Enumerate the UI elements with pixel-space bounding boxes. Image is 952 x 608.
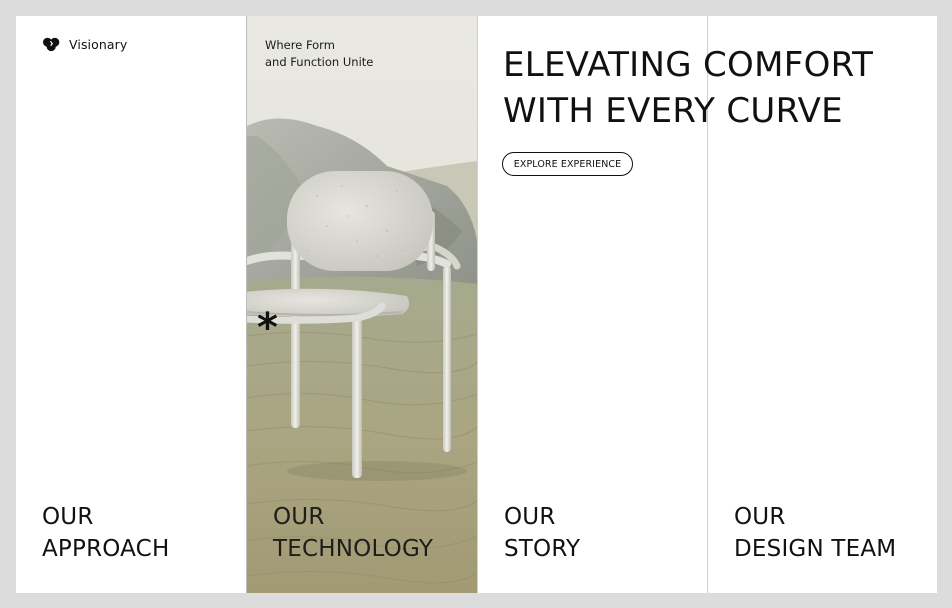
nav-label-line2: TECHNOLOGY (273, 536, 434, 562)
brand-logo[interactable]: Visionary (42, 37, 127, 52)
nav-our-technology[interactable]: OUR TECHNOLOGY (273, 501, 433, 565)
headline-line2: WITH EVERY CURVE (503, 91, 843, 131)
nav-our-design-team[interactable]: OUR DESIGN TEAM (734, 501, 896, 565)
headline-line1: ELEVATING COMFORT (503, 45, 874, 85)
nav-label-line1: OUR (273, 504, 325, 530)
nav-label-line1: OUR (504, 504, 556, 530)
cloud-heart-icon (43, 37, 60, 52)
column-technology: Where Form and Function Unite * OUR TECH… (246, 16, 477, 593)
nav-label-line2: STORY (504, 536, 581, 562)
nav-label-line1: OUR (42, 504, 94, 530)
page-frame: Visionary OUR APPROACH Where Form and Fu… (16, 16, 937, 593)
tagline-line2: and Function Unite (265, 55, 374, 69)
brand-name: Visionary (69, 37, 128, 52)
tagline: Where Form and Function Unite (265, 37, 425, 71)
nav-label-line2: DESIGN TEAM (734, 536, 897, 562)
nav-our-story[interactable]: OUR STORY (504, 501, 580, 565)
nav-label-line2: APPROACH (42, 536, 170, 562)
hero-headline: ELEVATING COMFORT WITH EVERY CURVE (503, 42, 873, 134)
nav-label-line1: OUR (734, 504, 786, 530)
column-approach: Visionary OUR APPROACH (16, 16, 246, 593)
asterisk-icon: * (257, 305, 278, 351)
explore-experience-button[interactable]: EXPLORE EXPERIENCE (502, 152, 633, 176)
nav-our-approach[interactable]: OUR APPROACH (42, 501, 169, 565)
tagline-line1: Where Form (265, 38, 335, 52)
